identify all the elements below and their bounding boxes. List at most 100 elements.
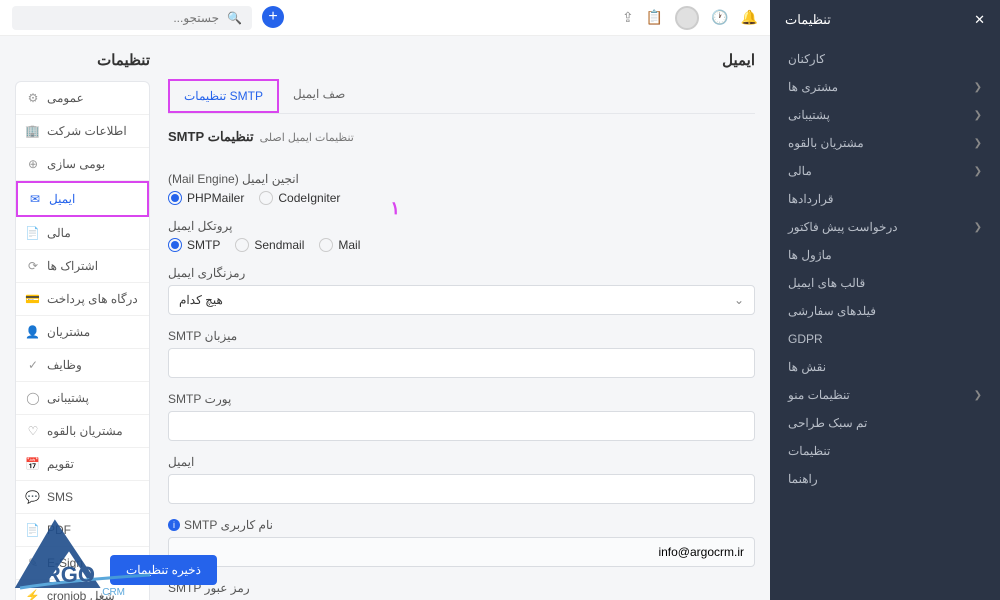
host-input[interactable] (168, 348, 755, 378)
menu-icon: ⚡ (26, 589, 40, 600)
dark-menu-item[interactable]: تم سبک طراحی (770, 409, 1000, 437)
dark-menu-item[interactable]: ❮تنظیمات منو (770, 381, 1000, 409)
port-input[interactable] (168, 411, 755, 441)
share-icon[interactable]: ⇪ (622, 9, 634, 26)
field-engine: انجین ایمیل (Mail Engine) CodeIgniter PHP… (168, 172, 755, 205)
settings-menu-item[interactable]: تقویم📅 (16, 448, 149, 481)
settings-menu-item[interactable]: مشتریان بالقوه♡ (16, 415, 149, 448)
field-password: رمز عبور SMTP (168, 581, 755, 600)
radio-option[interactable]: PHPMailer (168, 191, 244, 205)
radio-option[interactable]: CodeIgniter (259, 191, 340, 205)
bell-icon[interactable]: 🔔 (741, 9, 758, 26)
radio-dot (235, 238, 249, 252)
dark-menu-item[interactable]: ❮مالی (770, 157, 1000, 185)
dark-menu-item[interactable]: ماژول ها (770, 241, 1000, 269)
radio-option[interactable]: SMTP (168, 238, 220, 252)
menu-icon: 📄 (26, 226, 40, 240)
settings-menu-item[interactable]: وظایف✓ (16, 349, 149, 382)
section-title: تنظیمات SMTP (168, 129, 254, 145)
close-icon[interactable]: ✕ (974, 12, 985, 28)
radio-dot (259, 191, 273, 205)
protocol-radios: Mail Sendmail SMTP (168, 238, 755, 252)
search-box[interactable]: 🔍 (12, 6, 252, 30)
chevron-left-icon: ❮ (974, 390, 982, 401)
dark-menu-item[interactable]: قراردادها (770, 185, 1000, 213)
settings-menu-item[interactable]: اطلاعات شرکت🏢 (16, 115, 149, 148)
protocol-label: پروتکل ایمیل (168, 219, 755, 233)
dark-menu-item[interactable]: کارکنان (770, 45, 1000, 73)
dark-menu-item[interactable]: تنظیمات (770, 437, 1000, 465)
clock-icon[interactable]: 🕐 (711, 9, 728, 26)
menu-icon: ✎ (26, 556, 40, 570)
settings-menu-item[interactable]: درگاه های پرداخت💳 (16, 283, 149, 316)
settings-menu-item[interactable]: PDF📄 (16, 514, 149, 547)
settings-nav: تنظیمات عمومی⚙اطلاعات شرکت🏢بومی سازی⊕ایم… (15, 51, 150, 600)
menu-icon: 💳 (26, 292, 40, 306)
search-icon: 🔍 (227, 11, 242, 25)
settings-menu-item[interactable]: ایمیل✉ (16, 181, 149, 217)
dark-menu-item[interactable]: راهنما (770, 465, 1000, 493)
main-area: تنظیمات عمومی⚙اطلاعات شرکت🏢بومی سازی⊕ایم… (0, 36, 770, 600)
settings-menu-item[interactable]: پشتیبانی◯ (16, 382, 149, 415)
field-email: ایمیل (168, 455, 755, 504)
tab[interactable]: SMTP تنظیمات (168, 79, 279, 113)
menu-icon: 💬 (26, 490, 40, 504)
chevron-down-icon: ⌄ (734, 293, 744, 307)
email-input[interactable] (168, 474, 755, 504)
dark-menu-item[interactable]: ❮درخواست پیش فاکتور (770, 213, 1000, 241)
dark-sidebar: ✕ تنظیمات کارکنان❮مشتری ها❮پشتیبانی❮مشتر… (770, 0, 1000, 600)
settings-menu-item[interactable]: بومی سازی⊕ (16, 148, 149, 181)
field-port: پورت SMTP (168, 392, 755, 441)
settings-menu-item[interactable]: SMS💬 (16, 481, 149, 514)
settings-menu-item[interactable]: مشتریان👤 (16, 316, 149, 349)
sidebar-title: تنظیمات (785, 12, 831, 28)
engine-radios: CodeIgniter PHPMailer (168, 191, 755, 205)
menu-icon: 📄 (26, 523, 40, 537)
field-username: نام کاربری SMTP i (168, 518, 755, 567)
dark-menu-item[interactable]: نقش ها (770, 353, 1000, 381)
settings-menu-item[interactable]: اشتراک ها⟳ (16, 250, 149, 283)
dark-menu-item[interactable]: GDPR (770, 325, 1000, 353)
tab[interactable]: صف ایمیل (279, 79, 359, 113)
encryption-select[interactable]: ⌄ هیچ کدام (168, 285, 755, 315)
menu-icon: ♡ (26, 424, 40, 438)
menu-icon: ⟳ (26, 259, 40, 273)
username-input[interactable] (168, 537, 755, 567)
chevron-left-icon: ❮ (974, 166, 982, 177)
menu-icon: ✉ (28, 192, 42, 206)
menu-icon: ⚙ (26, 91, 40, 105)
info-icon[interactable]: i (168, 519, 180, 531)
topbar: 🔔 🕐 📋 ⇪ + 🔍 (0, 0, 770, 36)
sidebar-header: ✕ تنظیمات (770, 0, 1000, 40)
search-input[interactable] (22, 11, 219, 25)
dark-menu-item[interactable]: قالب های ایمیل (770, 269, 1000, 297)
chevron-left-icon: ❮ (974, 222, 982, 233)
email-label: ایمیل (168, 455, 755, 469)
dark-menu-item[interactable]: ❮مشتریان بالقوه (770, 129, 1000, 157)
chevron-left-icon: ❮ (974, 138, 982, 149)
encryption-label: رمزنگاری ایمیل (168, 266, 755, 280)
radio-option[interactable]: Mail (319, 238, 360, 252)
avatar[interactable] (675, 6, 699, 30)
field-host: میزبان SMTP (168, 329, 755, 378)
chevron-left-icon: ❮ (974, 110, 982, 121)
chevron-left-icon: ❮ (974, 82, 982, 93)
save-button[interactable]: ذخیره تنظیمات (110, 555, 217, 585)
tabs: صف ایمیلSMTP تنظیمات (168, 79, 755, 114)
host-label: میزبان SMTP (168, 329, 755, 343)
menu-icon: 👤 (26, 325, 40, 339)
radio-option[interactable]: Sendmail (235, 238, 304, 252)
settings-menu-item[interactable]: عمومی⚙ (16, 82, 149, 115)
search-wrap: + 🔍 (12, 6, 612, 30)
password-label: رمز عبور SMTP (168, 581, 755, 595)
clipboard-icon[interactable]: 📋 (646, 9, 663, 26)
dark-menu-item[interactable]: ❮مشتری ها (770, 73, 1000, 101)
section-sub: تنظیمات ایمیل اصلی (260, 131, 354, 144)
menu-icon: ✓ (26, 358, 40, 372)
dark-menu-item[interactable]: فیلدهای سفارشی (770, 297, 1000, 325)
engine-label: انجین ایمیل (Mail Engine) (168, 172, 755, 186)
settings-menu-item[interactable]: مالی📄 (16, 217, 149, 250)
add-button[interactable]: + (262, 6, 284, 28)
field-encryption: رمزنگاری ایمیل ⌄ هیچ کدام (168, 266, 755, 315)
dark-menu-item[interactable]: ❮پشتیبانی (770, 101, 1000, 129)
